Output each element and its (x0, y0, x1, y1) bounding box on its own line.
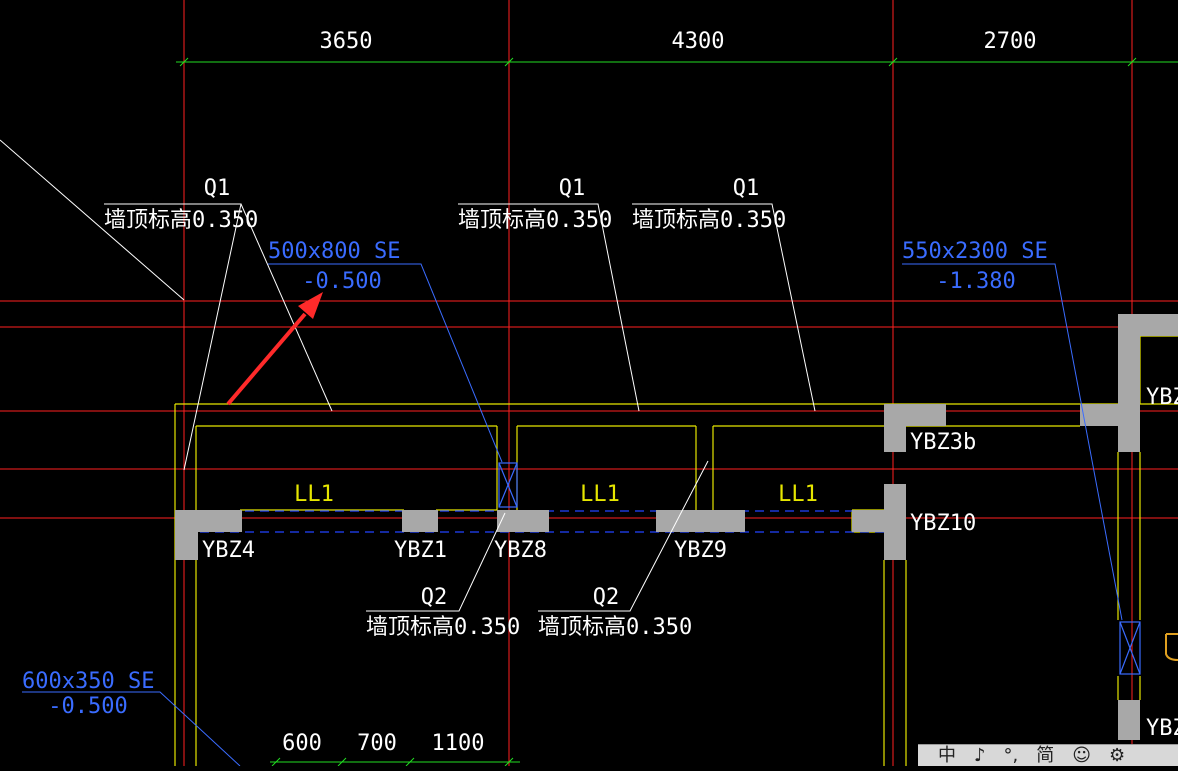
label-q2-left: Q2 (421, 585, 448, 610)
label-wall-top-q2-right: 墙顶标高0.350 (538, 615, 692, 640)
column-ybz9[interactable] (656, 510, 745, 532)
label-ybz8: YBZ8 (494, 538, 547, 563)
label-ll1-left: LL1 (294, 482, 334, 507)
dimension-top (176, 57, 1178, 67)
partial-symbol (1165, 633, 1178, 661)
ime-settings-icon[interactable]: ⚙ (1109, 745, 1125, 767)
label-beam-b-size: 550x2300 SE (902, 239, 1048, 264)
label-ll1-mid: LL1 (580, 482, 620, 507)
label-ybz1: YBZ1 (394, 538, 447, 563)
columns (175, 314, 1178, 740)
label-q1-left: Q1 (204, 176, 231, 201)
label-wall-top-left: 墙顶标高0.350 (104, 208, 258, 233)
dim-bottom-2: 700 (357, 731, 397, 756)
label-ll1-right: LL1 (778, 482, 818, 507)
column-ybz-right-bottom[interactable] (1118, 700, 1140, 740)
leader-q1-left-a (104, 203, 242, 471)
column-ybz10[interactable] (852, 484, 906, 560)
label-ybz9: YBZ9 (674, 538, 727, 563)
leader-q1-mid (458, 203, 640, 412)
column-ybz1[interactable] (402, 510, 438, 532)
label-wall-top-q2-left: 墙顶标高0.350 (366, 615, 520, 640)
red-arrow (226, 292, 323, 406)
label-ybz-edge-bottom: YBZ (1146, 716, 1178, 741)
label-ybz-edge-top: YBZ (1146, 385, 1178, 410)
label-beam-a-elev: -0.500 (302, 269, 381, 294)
label-q1-mid: Q1 (559, 176, 586, 201)
label-ybz10: YBZ10 (910, 511, 976, 536)
dimension-bottom (270, 757, 520, 767)
label-beam-a-size: 500x800 SE (268, 239, 400, 264)
leader-q1-left-b (240, 203, 333, 412)
cad-drawing-canvas[interactable]: 3650 4300 2700 600 700 1100 Q1 墙顶标高0.350… (0, 0, 1178, 767)
label-wall-top-right: 墙顶标高0.350 (632, 208, 786, 233)
label-ybz3b: YBZ3b (910, 430, 976, 455)
label-beam-c-elev: -0.500 (48, 694, 127, 719)
ime-simplified-toggle[interactable]: 简 (1036, 745, 1054, 767)
ime-toolbar[interactable]: 中 ♪ °, 简 ☺ ⚙ (918, 744, 1178, 766)
label-ybz4: YBZ4 (202, 538, 255, 563)
dim-text-3: 2700 (984, 29, 1037, 54)
label-beam-b-elev: -1.380 (936, 269, 1015, 294)
label-beam-c-size: 600x350 SE (22, 669, 154, 694)
cad-drawing: 3650 4300 2700 600 700 1100 Q1 墙顶标高0.350… (0, 0, 1178, 767)
label-wall-top-mid: 墙顶标高0.350 (458, 208, 612, 233)
dim-bottom-1: 600 (282, 731, 322, 756)
column-ybz-right-top[interactable] (1080, 314, 1178, 452)
dim-bottom-3: 1100 (432, 731, 485, 756)
dim-text-1: 3650 (320, 29, 373, 54)
ime-punctuation-icon[interactable]: ♪ (974, 745, 986, 767)
label-q2-right: Q2 (593, 585, 620, 610)
dim-text-2: 4300 (672, 29, 725, 54)
leader-q1-right (632, 203, 816, 412)
label-q1-right: Q1 (733, 176, 760, 201)
leader-q2-right (538, 460, 709, 612)
grid-lines (0, 0, 1178, 766)
ime-emoji-icon[interactable]: ☺ (1072, 745, 1091, 767)
ime-chinese-mode[interactable]: 中 (938, 745, 956, 767)
ime-symbol-icon[interactable]: °, (1004, 745, 1019, 767)
